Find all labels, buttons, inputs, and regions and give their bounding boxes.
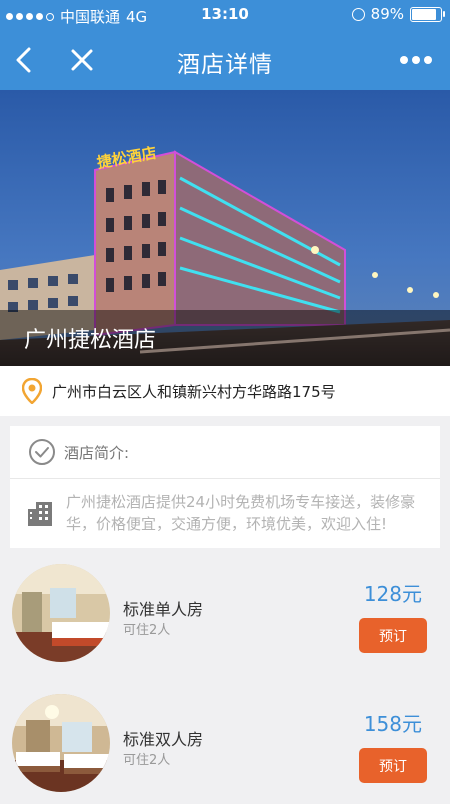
room-price: 158元 [363, 712, 422, 736]
intro-label: 酒店简介: [64, 443, 130, 462]
room-photo [12, 694, 110, 792]
intro-body: 广州捷松酒店提供24小时免费机场专车接送，装修豪华，价格便宜，交通方便，环境优美… [10, 479, 440, 535]
room-name: 标准单人房 [123, 600, 204, 619]
address-row[interactable]: 广州市白云区人和镇新兴村方华路路175号 [0, 366, 450, 416]
hotel-photo: 捷松酒店 广州捷松酒店 [0, 90, 450, 366]
status-right: 89% [351, 5, 445, 23]
hotel-address: 广州市白云区人和镇新兴村方华路路175号 [52, 382, 336, 401]
room-interior-illustration [12, 564, 110, 662]
room-item[interactable]: 标准单人房 可住2人 128元 预订 [0, 564, 450, 674]
room-interior-illustration [12, 694, 110, 792]
battery-icon [410, 6, 445, 22]
room-photo [12, 564, 110, 662]
intro-header: 酒店简介: [10, 426, 440, 479]
room-name: 标准双人房 [123, 730, 204, 749]
page-title: 酒店详情 [177, 52, 273, 78]
hotel-name-caption: 广州捷松酒店 [0, 310, 450, 366]
intro-description: 广州捷松酒店提供24小时免费机场专车接送，装修豪华，价格便宜，交通方便，环境优美… [66, 493, 416, 533]
battery-percent: 89% [370, 5, 404, 23]
room-capacity: 可住2人 [123, 623, 171, 638]
hotel-name: 广州捷松酒店 [24, 328, 157, 353]
location-pin-icon [22, 378, 42, 404]
more-button[interactable] [396, 42, 436, 78]
hotel-intro-card: 酒店简介: 广州捷松酒店提供24小时免费机场专车接送，装修豪华，价格便宜，交通方… [10, 426, 440, 548]
book-button[interactable]: 预订 [359, 748, 427, 783]
nav-bar: 酒店详情 [0, 30, 450, 90]
more-dots-icon [400, 56, 432, 64]
check-circle-icon [29, 439, 55, 465]
room-price: 128元 [363, 582, 422, 606]
room-capacity: 可住2人 [123, 753, 171, 768]
rotation-lock-icon [351, 7, 365, 21]
room-item[interactable]: 标准双人房 可住2人 158元 预订 [0, 694, 450, 804]
book-button[interactable]: 预订 [359, 618, 427, 653]
status-bar: 中国联通 4G 13:10 89% [0, 0, 450, 30]
building-icon [28, 502, 52, 526]
